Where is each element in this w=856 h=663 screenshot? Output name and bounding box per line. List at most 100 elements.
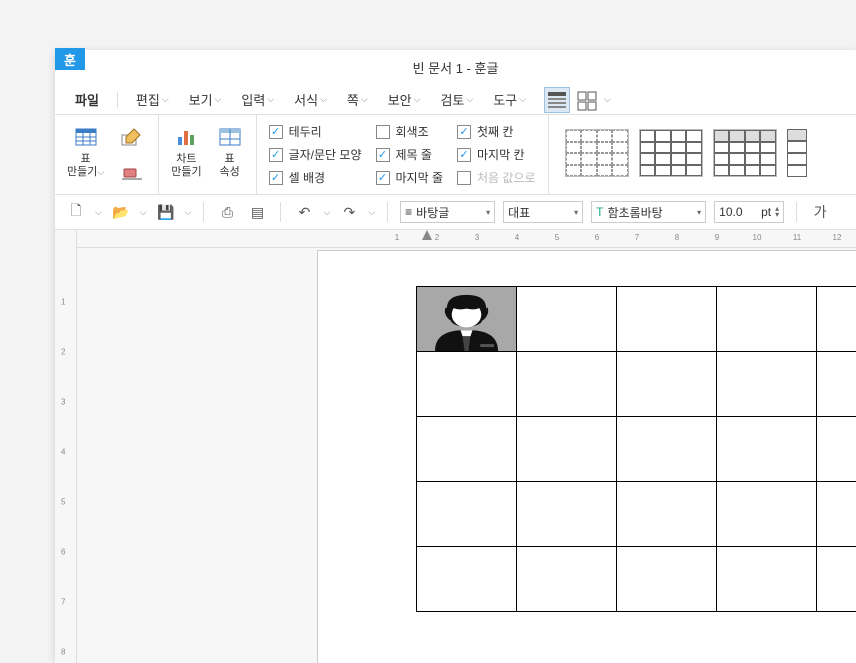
table-style-dashed[interactable] (565, 129, 629, 177)
check-reset: ✓처음 값으로 (457, 169, 536, 186)
table-cell[interactable] (617, 482, 717, 547)
font-combo[interactable]: T함초롬바탕▾ (591, 201, 706, 223)
print-preview-button[interactable]: ▤ (246, 201, 268, 223)
app-icon-tab[interactable]: 훈 (55, 48, 85, 70)
menu-security[interactable]: 보안⌵ (380, 86, 429, 113)
table-row[interactable] (417, 547, 856, 612)
table-cell[interactable] (717, 417, 817, 482)
new-doc-button[interactable]: 🗋 (65, 201, 87, 223)
check-cell-bg[interactable]: ✓셀 배경 (269, 169, 362, 186)
table-style-header[interactable] (713, 129, 777, 177)
table-cell[interactable] (417, 482, 517, 547)
app-icon-label: 훈 (64, 50, 76, 69)
table-cell[interactable] (617, 547, 717, 612)
check-title-row[interactable]: ✓제목 줄 (376, 146, 444, 163)
chevron-down-icon: ⌵ (320, 94, 327, 105)
chart-button[interactable]: 차트만들기 (167, 121, 205, 181)
chevron-down-icon[interactable]: ⌵ (140, 207, 147, 218)
menu-tools[interactable]: 도구⌵ (485, 86, 534, 113)
table-row[interactable] (417, 482, 856, 547)
check-char-para[interactable]: ✓글자/문단 모양 (269, 146, 362, 163)
table-cell[interactable] (417, 352, 517, 417)
ruler-vertical[interactable]: 1 2 3 4 5 6 7 8 (55, 230, 77, 663)
table-cell[interactable] (517, 482, 617, 547)
font-more-button[interactable]: 가 (809, 201, 831, 223)
table-cell[interactable] (817, 352, 856, 417)
print-button[interactable]: ⎙ (216, 201, 238, 223)
format-toolbar: 🗋 ⌵ 📂 ⌵ 💾 ⌵ ⎙ ▤ ↶ ⌵ ↷ ⌵ ≡바탕글▾ 대표▾ T함초롬바탕▾ 10.… (55, 195, 856, 230)
chevron-down-icon[interactable]: ⌵ (185, 207, 192, 218)
para-style-combo[interactable]: ≡바탕글▾ (400, 201, 495, 223)
table-insert-button[interactable]: 표만들기⌵ (63, 121, 108, 181)
chevron-down-icon[interactable]: ⌵ (323, 207, 330, 218)
check-last-row[interactable]: ✓마지막 줄 (376, 169, 444, 186)
view-opt-grid[interactable] (574, 87, 600, 113)
menu-format[interactable]: 서식⌵ (286, 86, 335, 113)
chevron-down-icon: ⌵ (97, 167, 104, 177)
table-prop-button[interactable]: 표속성 (212, 121, 248, 181)
table-style-gallery (557, 121, 815, 185)
table-cell[interactable] (717, 482, 817, 547)
open-button[interactable]: 📂 (110, 201, 132, 223)
check-border[interactable]: ✓테두리 (269, 123, 362, 140)
table-style-solid[interactable] (639, 129, 703, 177)
font-size-combo[interactable]: 10.0pt▴▾ (714, 201, 784, 223)
check-last-col[interactable]: ✓마지막 칸 (457, 146, 536, 163)
page-area[interactable]: 1 2 3 4 5 6 7 8 9 10 11 12 (77, 230, 856, 663)
table-cell[interactable] (517, 547, 617, 612)
redo-button[interactable]: ↷ (338, 201, 360, 223)
menu-view[interactable]: 보기⌵ (181, 86, 230, 113)
table-cell[interactable] (717, 352, 817, 417)
table-row[interactable] (417, 352, 856, 417)
chevron-down-icon: ⌵ (215, 94, 222, 105)
new-doc-icon: 🗋 (70, 200, 81, 224)
table-cell[interactable] (817, 287, 856, 352)
table-cell[interactable] (517, 352, 617, 417)
chevron-down-icon[interactable]: ⌵ (604, 94, 611, 105)
table-cell[interactable] (817, 547, 856, 612)
table-cell[interactable] (617, 417, 717, 482)
eraser-icon (118, 157, 146, 185)
table-icon (72, 123, 100, 151)
view-opt-header[interactable] (544, 87, 570, 113)
table-row[interactable] (417, 417, 856, 482)
table-cell[interactable] (817, 417, 856, 482)
table-cell-avatar[interactable] (417, 287, 517, 352)
table-cell[interactable] (417, 417, 517, 482)
table-draw-button[interactable] (114, 121, 150, 151)
document-table[interactable] (416, 286, 856, 612)
chevron-down-icon[interactable]: ⌵ (95, 207, 102, 218)
table-cell[interactable] (617, 352, 717, 417)
save-button[interactable]: 💾 (155, 201, 177, 223)
check-gray[interactable]: ✓회색조 (376, 123, 444, 140)
menu-page[interactable]: 쪽⌵ (339, 86, 376, 113)
checkbox-icon: ✓ (457, 148, 471, 162)
menu-input[interactable]: 입력⌵ (233, 86, 282, 113)
menu-review[interactable]: 검토⌵ (432, 86, 481, 113)
table-cell[interactable] (717, 547, 817, 612)
preview-icon: ▤ (251, 204, 264, 221)
font-icon: T (596, 205, 603, 219)
check-first-col[interactable]: ✓첫째 칸 (457, 123, 536, 140)
table-erase-button[interactable] (114, 157, 150, 187)
chevron-down-icon: ⌵ (361, 94, 368, 105)
ruler-horizontal[interactable]: 1 2 3 4 5 6 7 8 9 10 11 12 (77, 230, 856, 248)
table-cell[interactable] (517, 287, 617, 352)
menu-edit[interactable]: 편집⌵ (128, 86, 177, 113)
document-page[interactable] (317, 250, 856, 663)
undo-button[interactable]: ↶ (293, 201, 315, 223)
indent-marker[interactable] (422, 230, 432, 240)
rep-combo[interactable]: 대표▾ (503, 201, 583, 223)
table-cell[interactable] (517, 417, 617, 482)
chevron-down-icon: ⌵ (519, 94, 526, 105)
table-row[interactable] (417, 287, 856, 352)
menu-file[interactable]: 파일 (67, 86, 107, 113)
table-cell[interactable] (417, 547, 517, 612)
table-cell[interactable] (717, 287, 817, 352)
table-style-partial[interactable] (787, 129, 807, 177)
print-icon: ⎙ (222, 204, 233, 221)
chevron-down-icon: ▾ (574, 208, 578, 217)
chevron-down-icon[interactable]: ⌵ (368, 207, 375, 218)
table-cell[interactable] (817, 482, 856, 547)
table-cell[interactable] (617, 287, 717, 352)
